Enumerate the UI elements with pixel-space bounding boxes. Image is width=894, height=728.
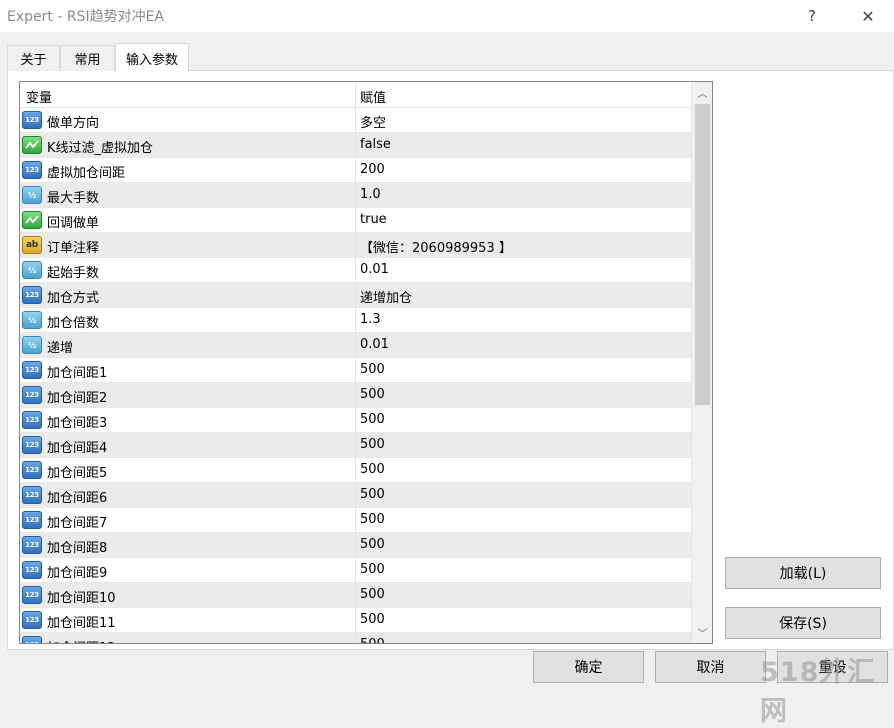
row-variable-name: K线过滤_虚拟加仓: [47, 141, 154, 156]
row-variable-name: 加仓间距3: [47, 416, 108, 431]
row-variable-name: 加仓间距11: [47, 616, 116, 631]
row-variable-name: 加仓倍数: [47, 316, 100, 331]
row-value[interactable]: 多空: [360, 112, 386, 131]
row-variable-name: 加仓间距4: [47, 441, 108, 456]
row-variable-name: 加仓间距9: [47, 566, 108, 581]
double-type-icon: ½: [22, 311, 42, 329]
bool-type-icon: [22, 136, 42, 154]
bool-type-icon: [22, 211, 42, 229]
int-type-icon: 123: [22, 386, 42, 404]
double-type-icon: ½: [22, 336, 42, 354]
int-type-icon: 123: [22, 636, 42, 643]
save-button[interactable]: 保存(S): [725, 607, 881, 639]
double-type-icon: ½: [22, 261, 42, 279]
tab-common[interactable]: 常用: [60, 45, 115, 71]
row-variable-name: 加仓间距7: [47, 516, 108, 531]
int-type-icon: 123: [22, 511, 42, 529]
int-type-icon: 123: [22, 611, 42, 629]
load-button[interactable]: 加载(L): [725, 557, 881, 589]
row-variable-name: 加仓间距10: [47, 591, 116, 606]
int-type-icon: 123: [22, 286, 42, 304]
help-icon: ?: [808, 7, 816, 25]
int-type-icon: 123: [22, 411, 42, 429]
ok-button[interactable]: 确定: [533, 651, 644, 683]
close-button[interactable]: ✕: [845, 0, 891, 32]
inputs-grid: 变量 赋值 123 做单方向 多空 K线过滤_虚拟加仓 false 123 虚拟加仓间距 20…: [19, 81, 713, 644]
row-variable-name: 回调做单: [47, 216, 100, 231]
cancel-button[interactable]: 取消: [655, 651, 766, 683]
close-icon: ✕: [861, 6, 875, 26]
int-type-icon: 123: [22, 436, 42, 454]
scroll-thumb[interactable]: [695, 104, 710, 405]
tab-inputs[interactable]: 输入参数: [115, 43, 189, 72]
row-variable-name: 加仓间距5: [47, 466, 108, 481]
int-type-icon: 123: [22, 161, 42, 179]
int-type-icon: 123: [22, 586, 42, 604]
column-header-value[interactable]: 赋值: [360, 87, 386, 106]
row-value[interactable]: 递增加仓: [360, 287, 412, 306]
row-variable-name: 做单方向: [47, 116, 100, 131]
window-title: Expert - RSI趋势对冲EA: [7, 9, 164, 25]
column-header-variable[interactable]: 变量: [26, 87, 52, 106]
int-type-icon: 123: [22, 561, 42, 579]
row-value[interactable]: 500: [360, 562, 385, 577]
row-variable-name: 加仓间距6: [47, 491, 108, 506]
row-value[interactable]: 500: [360, 587, 385, 602]
row-variable-name: 加仓间距12: [47, 637, 116, 643]
row-variable-name: 最大手数: [47, 191, 100, 206]
row-value[interactable]: 1.0: [360, 187, 381, 202]
double-type-icon: ½: [22, 186, 42, 204]
row-variable-name: 起始手数: [47, 266, 100, 281]
row-variable-name: 加仓间距1: [47, 366, 108, 381]
watermark: 518外汇网: [760, 657, 876, 727]
row-value[interactable]: 500: [360, 487, 385, 502]
row-value[interactable]: 500: [360, 637, 385, 643]
row-value[interactable]: true: [360, 212, 387, 227]
row-value[interactable]: 500: [360, 412, 385, 427]
row-value[interactable]: 500: [360, 512, 385, 527]
row-value[interactable]: 500: [360, 612, 385, 627]
help-button[interactable]: ?: [789, 0, 835, 32]
int-type-icon: 123: [22, 111, 42, 129]
int-type-icon: 123: [22, 461, 42, 479]
row-value[interactable]: 500: [360, 462, 385, 477]
title-bar: Expert - RSI趋势对冲EA ? ✕: [0, 0, 894, 32]
row-value[interactable]: 0.01: [360, 262, 389, 277]
row-value[interactable]: 500: [360, 437, 385, 452]
row-value[interactable]: 500: [360, 362, 385, 377]
row-value[interactable]: 0.01: [360, 337, 389, 352]
int-type-icon: 123: [22, 536, 42, 554]
scroll-up-icon[interactable]: ︿: [692, 82, 712, 102]
tab-about[interactable]: 关于: [7, 45, 60, 71]
int-type-icon: 123: [22, 361, 42, 379]
scroll-down-icon[interactable]: ﹀: [692, 622, 712, 642]
string-type-icon: ab: [22, 236, 42, 254]
row-value[interactable]: 200: [360, 162, 385, 177]
vertical-scrollbar[interactable]: ︿ ﹀: [691, 82, 712, 643]
row-variable-name: 虚拟加仓间距: [47, 166, 126, 181]
row-variable-name: 加仓方式: [47, 291, 100, 306]
row-value[interactable]: 500: [360, 387, 385, 402]
row-value[interactable]: false: [360, 137, 391, 152]
row-value[interactable]: 【微信：2060989953 】: [360, 237, 512, 256]
column-divider: [355, 82, 356, 643]
row-value[interactable]: 500: [360, 537, 385, 552]
row-value[interactable]: 1.3: [360, 312, 381, 327]
row-variable-name: 加仓间距8: [47, 541, 108, 556]
int-type-icon: 123: [22, 486, 42, 504]
row-variable-name: 订单注释: [47, 241, 100, 256]
row-variable-name: 递增: [47, 341, 74, 356]
row-variable-name: 加仓间距2: [47, 391, 108, 406]
